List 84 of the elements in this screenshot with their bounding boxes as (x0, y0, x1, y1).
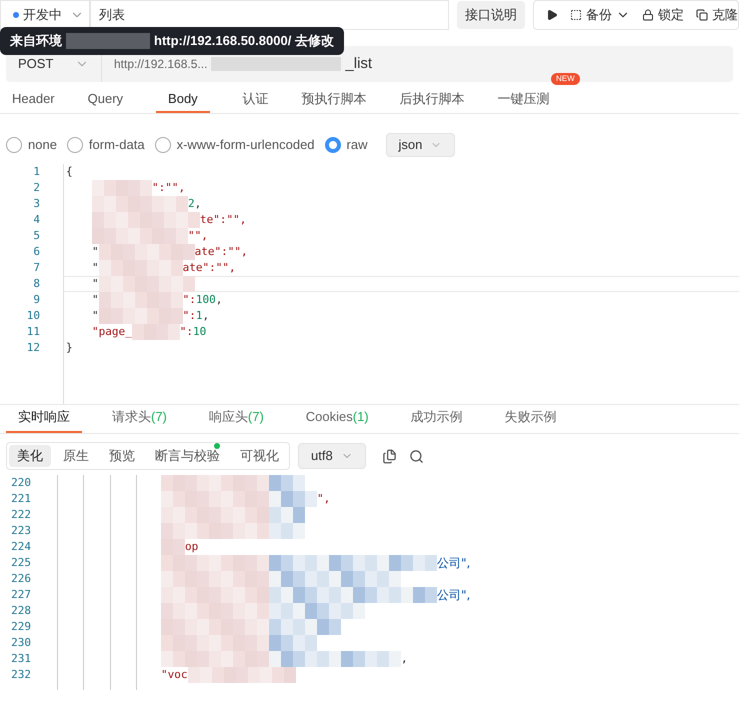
response-tab[interactable]: 请求头(7) (100, 403, 179, 433)
line-number: 8 (32, 276, 40, 292)
lock-icon (642, 9, 654, 21)
line-number: 232 (10, 667, 31, 683)
code-text: "", (188, 228, 208, 244)
doc-button[interactable]: 接口说明 (457, 1, 525, 29)
copy-icon[interactable] (382, 448, 397, 464)
line-number: 222 (10, 507, 31, 523)
request-tab[interactable]: Header (12, 87, 55, 113)
line-number: 230 (10, 635, 31, 651)
method-select[interactable]: POST (6, 46, 102, 82)
new-badge: NEW (551, 73, 580, 85)
code-text: 公司", (437, 587, 470, 603)
request-tab[interactable]: 预执行脚本 (302, 87, 367, 113)
encoding-select[interactable]: utf8 (298, 443, 366, 469)
code-text: ate":"", (194, 244, 248, 260)
code-text: ":100, (182, 292, 222, 308)
code-text: te":"", (200, 212, 246, 228)
line-number: 227 (10, 587, 31, 603)
line-number: 1 (32, 164, 40, 180)
run-icon[interactable] (546, 9, 558, 21)
view-mode-tab[interactable]: 断言与校验 (147, 445, 228, 467)
line-number: 11 (26, 324, 40, 340)
view-mode-tab[interactable]: 预览 (101, 445, 143, 467)
line-number: 231 (10, 651, 31, 667)
request-tab[interactable]: 认证 (242, 87, 269, 113)
code-text: op (185, 539, 198, 555)
line-number: 5 (32, 228, 40, 244)
backup-icon (570, 9, 582, 21)
code-text: " (92, 308, 99, 324)
line-number: 221 (10, 491, 31, 507)
code-text: ":1, (182, 308, 210, 324)
body-type-radio[interactable]: raw (324, 135, 368, 155)
view-mode-tab[interactable]: 可视化 (232, 445, 287, 467)
code-text: ":"", (152, 180, 186, 196)
view-mode-tab[interactable]: 美化 (9, 445, 51, 467)
line-number: 10 (26, 308, 40, 324)
line-number: 226 (10, 571, 31, 587)
line-number: 229 (10, 619, 31, 635)
line-number: 228 (10, 603, 31, 619)
line-number: 4 (32, 212, 40, 228)
line-number: 7 (32, 260, 40, 276)
line-number: 6 (32, 244, 40, 260)
code-text: 公司", (437, 555, 470, 571)
lock-button[interactable]: 锁定 (642, 5, 684, 25)
line-number: 12 (26, 340, 40, 356)
line-number: 225 (10, 555, 31, 571)
code-text: 2, (188, 196, 202, 212)
line-number: 224 (10, 539, 31, 555)
environment-tooltip: 来自环境 http://192.168.50.8000/ 去修改 (0, 27, 344, 55)
response-tab[interactable]: 成功示例 (398, 403, 475, 433)
code-text: "voc (161, 667, 188, 683)
copy-icon (696, 9, 708, 21)
code-text: "page_ (92, 324, 132, 340)
body-type-radio[interactable]: form-data (66, 135, 145, 155)
code-text: ", (317, 491, 330, 507)
code-text: ":10 (180, 324, 206, 340)
format-select[interactable]: json (386, 133, 456, 157)
code-text: " (92, 292, 99, 308)
request-tab[interactable]: Query (88, 87, 124, 113)
response-tab[interactable]: 响应头(7) (196, 403, 276, 433)
line-number: 223 (10, 523, 31, 539)
view-mode-tab[interactable]: 原生 (55, 445, 97, 467)
code-text: ate":"", (182, 260, 236, 276)
code-text: " (92, 276, 99, 292)
body-type-radio[interactable]: x-www-form-urlencoded (154, 135, 315, 155)
code-text: " (92, 244, 99, 260)
response-tab[interactable]: 实时响应 (6, 403, 82, 433)
line-number: 3 (32, 196, 40, 212)
code-text: " (92, 260, 99, 276)
request-tab[interactable]: 后执行脚本 (400, 87, 465, 113)
backup-button[interactable]: 备份 (570, 5, 630, 25)
response-tab[interactable]: Cookies(1) (294, 403, 381, 433)
response-tab[interactable]: 失败示例 (492, 403, 569, 433)
code-text: } (66, 340, 73, 356)
clone-button[interactable]: 克隆 (696, 5, 738, 25)
search-icon[interactable] (408, 448, 424, 464)
code-text: , (401, 651, 408, 667)
line-number: 220 (10, 475, 31, 491)
line-number: 2 (32, 180, 40, 196)
line-number: 9 (32, 292, 40, 308)
request-tab[interactable]: Body (156, 87, 210, 113)
body-type-radio[interactable]: none (6, 135, 57, 155)
code-text: { (66, 164, 73, 180)
